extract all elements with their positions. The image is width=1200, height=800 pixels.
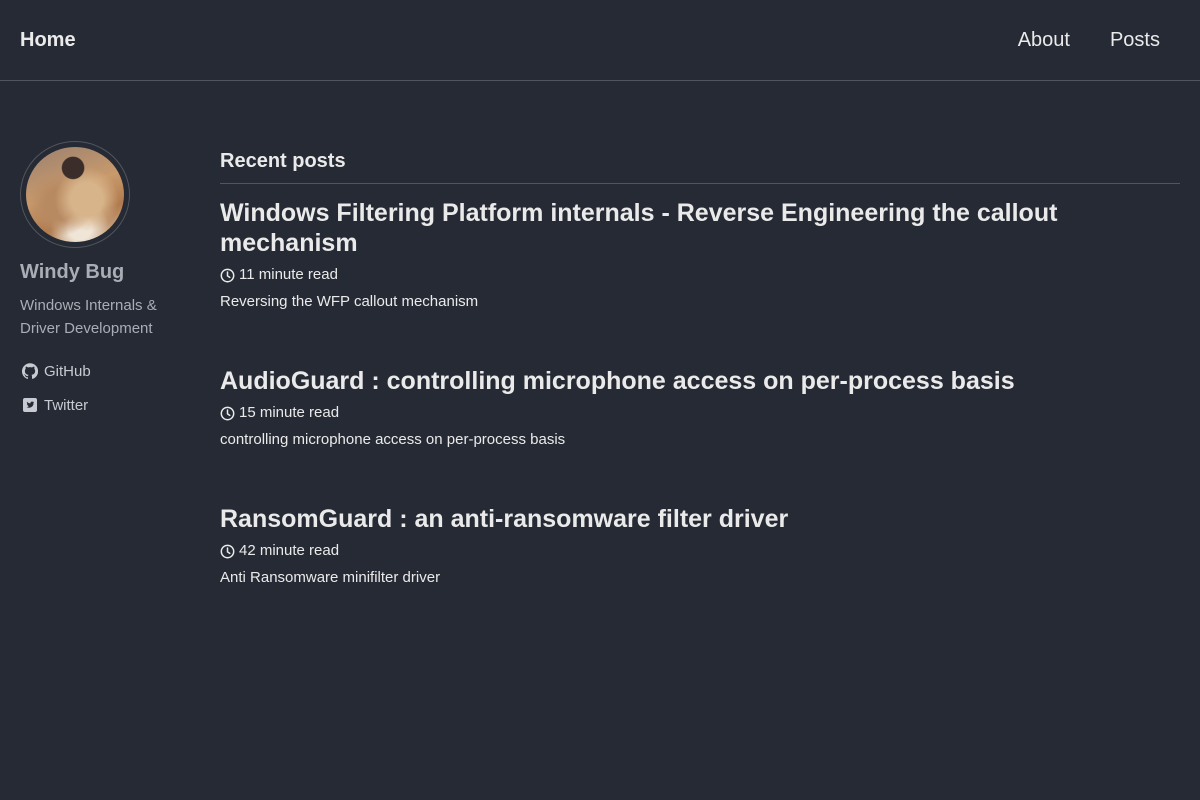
- twitter-link[interactable]: Twitter: [20, 394, 190, 416]
- post-excerpt: Reversing the WFP callout mechanism: [220, 293, 479, 310]
- github-icon: [22, 363, 38, 379]
- read-time: 11 minute read: [239, 266, 338, 283]
- post-excerpt: Anti Ransomware minifilter driver: [220, 569, 441, 586]
- post-item: Windows Filtering Platform internals - R…: [220, 198, 1180, 313]
- post-title-link[interactable]: AudioGuard : controlling microphone acce…: [220, 366, 1180, 396]
- author-sidebar: Windy Bug Windows Internals & Driver Dev…: [20, 141, 190, 432]
- author-avatar: [20, 141, 130, 248]
- clock-icon: [220, 406, 235, 420]
- masthead: Home About Posts: [0, 0, 1200, 81]
- post-title-link[interactable]: Windows Filtering Platform internals - R…: [220, 198, 1180, 258]
- social-links: GitHub Twitter: [20, 360, 190, 416]
- author-bio: Windows Internals & Driver Development: [20, 297, 157, 337]
- twitter-icon: [23, 398, 37, 412]
- post-meta: 42 minute read: [220, 540, 1180, 562]
- home-link[interactable]: Home: [20, 28, 76, 52]
- nav-posts-link[interactable]: Posts: [1110, 28, 1160, 52]
- twitter-label: Twitter: [44, 396, 89, 414]
- post-excerpt: controlling microphone access on per-pro…: [220, 431, 566, 448]
- recent-posts: Recent posts Windows Filtering Platform …: [220, 149, 1180, 642]
- post-title-link[interactable]: RansomGuard : an anti-ransomware filter …: [220, 504, 1180, 534]
- post-item: AudioGuard : controlling microphone acce…: [220, 366, 1180, 451]
- github-link[interactable]: GitHub: [20, 360, 190, 382]
- avatar-image: [26, 147, 124, 242]
- clock-icon: [220, 268, 235, 282]
- author-name: Windy Bug: [20, 261, 125, 283]
- read-time: 15 minute read: [239, 404, 340, 421]
- post-meta: 15 minute read: [220, 402, 1180, 424]
- top-nav: About Posts: [1018, 28, 1160, 52]
- post-item: RansomGuard : an anti-ransomware filter …: [220, 504, 1180, 589]
- read-time: 42 minute read: [239, 542, 340, 559]
- nav-about-link[interactable]: About: [1018, 28, 1070, 52]
- section-title: Recent posts: [220, 149, 1180, 184]
- clock-icon: [220, 544, 235, 558]
- post-meta: 11 minute read: [220, 264, 1180, 286]
- github-label: GitHub: [44, 362, 91, 380]
